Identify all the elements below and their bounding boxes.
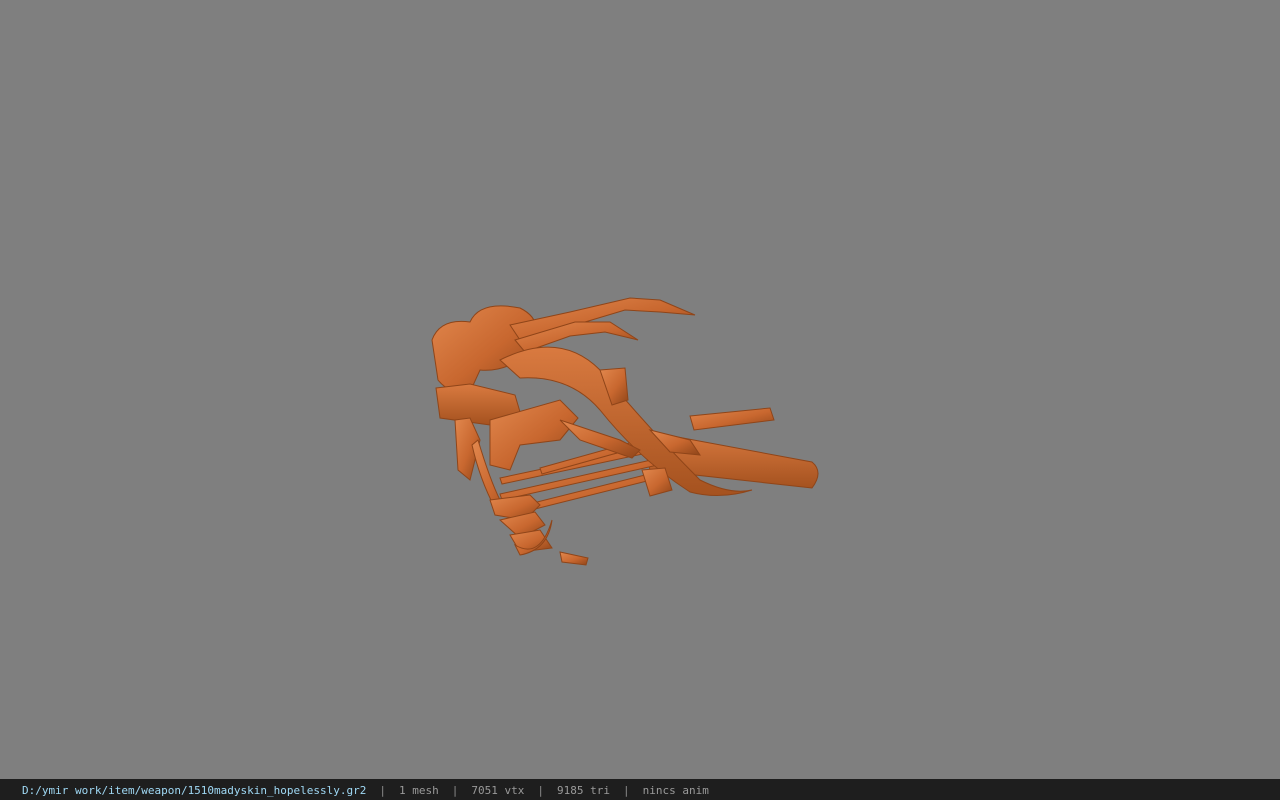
vertex-count: 7051 vtx [471, 784, 525, 797]
separator: | [379, 784, 386, 797]
mesh-count: 1 mesh [399, 784, 439, 797]
status-bar: D:/ymir work/item/weapon/1510madyskin_ho… [0, 779, 1280, 800]
separator: | [622, 784, 630, 797]
file-path: D:/ymir work/item/weapon/1510madyskin_ho… [22, 784, 367, 797]
separator: | [537, 784, 544, 797]
triangle-count: 9185 tri [556, 784, 610, 797]
separator: | [451, 784, 459, 797]
3d-viewport[interactable] [0, 0, 1280, 779]
model-geometry [431, 297, 819, 566]
weapon-model-render[interactable] [0, 0, 1280, 779]
animation-status: nincs anim [642, 784, 709, 797]
